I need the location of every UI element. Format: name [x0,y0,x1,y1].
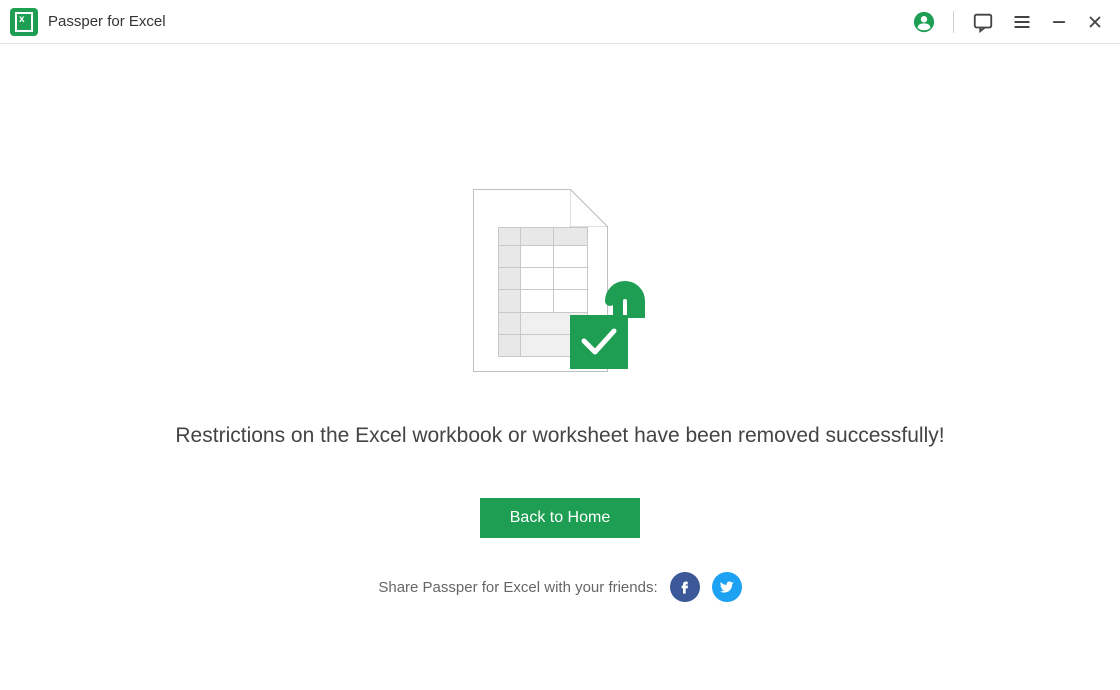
share-label: Share Passper for Excel with your friend… [378,579,657,596]
unlock-success-icon [568,271,650,374]
back-to-home-button[interactable]: Back to Home [480,498,640,538]
account-icon[interactable] [913,11,935,33]
menu-icon[interactable] [1012,12,1032,32]
minimize-button[interactable] [1050,13,1068,31]
titlebar-left: x Passper for Excel [10,8,166,36]
app-title: Passper for Excel [48,13,166,30]
main-content: Restrictions on the Excel workbook or wo… [0,44,1120,602]
share-twitter-button[interactable] [712,572,742,602]
titlebar: x Passper for Excel [0,0,1120,44]
close-button[interactable] [1086,13,1104,31]
share-row: Share Passper for Excel with your friend… [378,572,741,602]
feedback-icon[interactable] [972,11,994,33]
success-illustration [473,189,648,374]
titlebar-controls [913,11,1104,33]
share-facebook-button[interactable] [670,572,700,602]
success-message: Restrictions on the Excel workbook or wo… [175,424,944,448]
titlebar-divider [953,11,954,33]
app-logo-icon: x [10,8,38,36]
